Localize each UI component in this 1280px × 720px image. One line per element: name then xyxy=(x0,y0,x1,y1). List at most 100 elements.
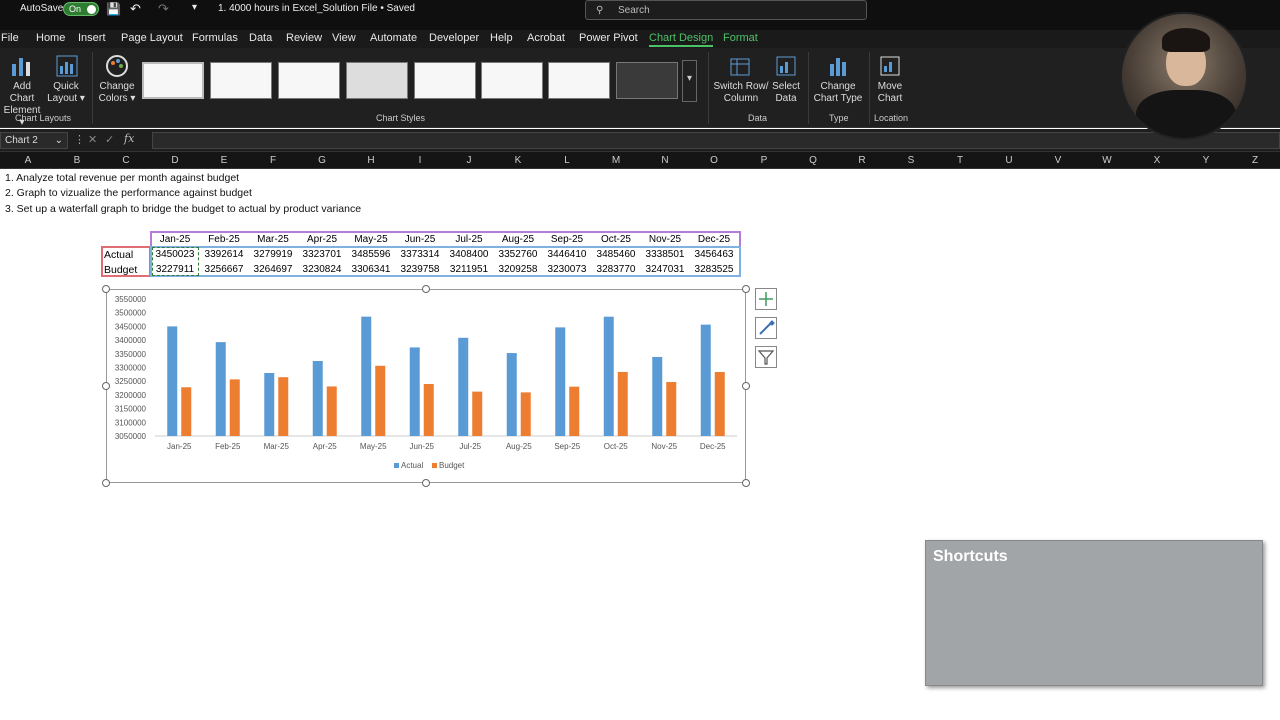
tab-page-layout[interactable]: Page Layout xyxy=(121,32,183,44)
column-header-l[interactable]: L xyxy=(557,155,577,166)
column-header-u[interactable]: U xyxy=(999,155,1019,166)
month-cell[interactable]: Nov-25 xyxy=(641,234,689,245)
column-header-k[interactable]: K xyxy=(508,155,528,166)
tab-review[interactable]: Review xyxy=(286,32,322,44)
actual-cell[interactable]: 3450023 xyxy=(151,249,199,260)
actual-cell[interactable]: 3392614 xyxy=(200,249,248,260)
chart-style-8[interactable] xyxy=(616,62,678,99)
column-chart[interactable]: 3550000 3500000 3450000 3400000 3350000 33000… xyxy=(106,289,746,483)
budget-cell[interactable]: 3227911 xyxy=(151,264,199,275)
column-header-v[interactable]: V xyxy=(1048,155,1068,166)
insert-function-button[interactable]: fx xyxy=(124,132,134,145)
tab-acrobat[interactable]: Acrobat xyxy=(527,32,565,44)
actual-cell[interactable]: 3408400 xyxy=(445,249,493,260)
tab-developer[interactable]: Developer xyxy=(429,32,479,44)
formula-input[interactable] xyxy=(152,132,1280,149)
customize-toolbar-icon[interactable]: ▾ xyxy=(192,2,197,13)
month-cell[interactable]: Jan-25 xyxy=(151,234,199,245)
tab-formulas[interactable]: Formulas xyxy=(192,32,238,44)
budget-cell[interactable]: 3230073 xyxy=(543,264,591,275)
month-cell[interactable]: Oct-25 xyxy=(592,234,640,245)
tab-power-pivot[interactable]: Power Pivot xyxy=(579,32,638,44)
column-header-a[interactable]: A xyxy=(18,155,38,166)
chart-style-5[interactable] xyxy=(414,62,476,99)
column-header-w[interactable]: W xyxy=(1097,155,1117,166)
change-colors-button[interactable]: Change Colors ▾ xyxy=(96,81,138,105)
column-header-q[interactable]: Q xyxy=(803,155,823,166)
chart-style-6[interactable] xyxy=(481,62,543,99)
budget-cell[interactable]: 3306341 xyxy=(347,264,395,275)
month-cell[interactable]: Sep-25 xyxy=(543,234,591,245)
tab-insert[interactable]: Insert xyxy=(78,32,106,44)
column-header-t[interactable]: T xyxy=(950,155,970,166)
column-header-j[interactable]: J xyxy=(459,155,479,166)
move-chart-button[interactable]: Move Chart xyxy=(872,81,908,105)
chart-style-4[interactable] xyxy=(346,62,408,99)
actual-cell[interactable]: 3446410 xyxy=(543,249,591,260)
switch-row-column-button[interactable]: Switch Row/Column xyxy=(713,81,769,105)
month-cell[interactable]: Jun-25 xyxy=(396,234,444,245)
column-header-g[interactable]: G xyxy=(312,155,332,166)
month-cell[interactable]: Apr-25 xyxy=(298,234,346,245)
actual-cell[interactable]: 3485596 xyxy=(347,249,395,260)
chart-filters-button[interactable] xyxy=(755,346,777,368)
column-header-p[interactable]: P xyxy=(754,155,774,166)
actual-cell[interactable]: 3323701 xyxy=(298,249,346,260)
resize-handle-br[interactable] xyxy=(742,479,750,487)
month-cell[interactable]: Dec-25 xyxy=(690,234,738,245)
tab-format[interactable]: Format xyxy=(723,32,758,44)
budget-cell[interactable]: 3256667 xyxy=(200,264,248,275)
actual-cell[interactable]: 3338501 xyxy=(641,249,689,260)
column-header-s[interactable]: S xyxy=(901,155,921,166)
budget-cell[interactable]: 3264697 xyxy=(249,264,297,275)
column-header-r[interactable]: R xyxy=(852,155,872,166)
column-header-y[interactable]: Y xyxy=(1196,155,1216,166)
month-cell[interactable]: Feb-25 xyxy=(200,234,248,245)
budget-row-label[interactable]: Budget xyxy=(104,264,137,276)
column-header-i[interactable]: I xyxy=(410,155,430,166)
column-header-h[interactable]: H xyxy=(361,155,381,166)
budget-cell[interactable]: 3283770 xyxy=(592,264,640,275)
autosave-toggle[interactable]: On xyxy=(63,2,99,16)
column-header-n[interactable]: N xyxy=(655,155,675,166)
month-cell[interactable]: Aug-25 xyxy=(494,234,542,245)
tab-help[interactable]: Help xyxy=(490,32,513,44)
enter-icon[interactable]: ✓ xyxy=(105,133,114,146)
actual-row-label[interactable]: Actual xyxy=(104,249,133,261)
resize-handle-t[interactable] xyxy=(422,285,430,293)
chart-style-1[interactable] xyxy=(142,62,204,99)
redo-icon[interactable]: ↷ xyxy=(158,1,169,17)
column-header-d[interactable]: D xyxy=(165,155,185,166)
month-cell[interactable]: Jul-25 xyxy=(445,234,493,245)
save-icon[interactable]: 💾 xyxy=(106,2,121,16)
resize-handle-b[interactable] xyxy=(422,479,430,487)
cancel-icon[interactable]: ✕ xyxy=(88,133,97,146)
budget-cell[interactable]: 3209258 xyxy=(494,264,542,275)
column-header-z[interactable]: Z xyxy=(1245,155,1265,166)
resize-handle-tl[interactable] xyxy=(102,285,110,293)
resize-handle-r[interactable] xyxy=(742,382,750,390)
tab-home[interactable]: Home xyxy=(36,32,65,44)
select-data-button[interactable]: Select Data xyxy=(770,81,802,105)
column-header-m[interactable]: M xyxy=(606,155,626,166)
column-header-x[interactable]: X xyxy=(1147,155,1167,166)
resize-handle-bl[interactable] xyxy=(102,479,110,487)
name-box[interactable]: Chart 2 ⌄ xyxy=(0,132,68,149)
column-header-e[interactable]: E xyxy=(214,155,234,166)
chart-elements-button[interactable] xyxy=(755,288,777,310)
tab-data[interactable]: Data xyxy=(249,32,272,44)
actual-cell[interactable]: 3485460 xyxy=(592,249,640,260)
tab-file[interactable]: File xyxy=(1,32,19,44)
quick-layout-button[interactable]: Quick Layout ▾ xyxy=(46,81,86,105)
column-header-b[interactable]: B xyxy=(67,155,87,166)
actual-cell[interactable]: 3456463 xyxy=(690,249,738,260)
month-cell[interactable]: Mar-25 xyxy=(249,234,297,245)
search-box[interactable]: ⚲ Search xyxy=(585,0,867,20)
tab-view[interactable]: View xyxy=(332,32,356,44)
file-title[interactable]: 1. 4000 hours in Excel_Solution File • S… xyxy=(218,3,415,14)
budget-cell[interactable]: 3283525 xyxy=(690,264,738,275)
chart-style-2[interactable] xyxy=(210,62,272,99)
chart-styles-button[interactable] xyxy=(755,317,777,339)
budget-cell[interactable]: 3239758 xyxy=(396,264,444,275)
undo-icon[interactable]: ↶ xyxy=(130,1,141,17)
